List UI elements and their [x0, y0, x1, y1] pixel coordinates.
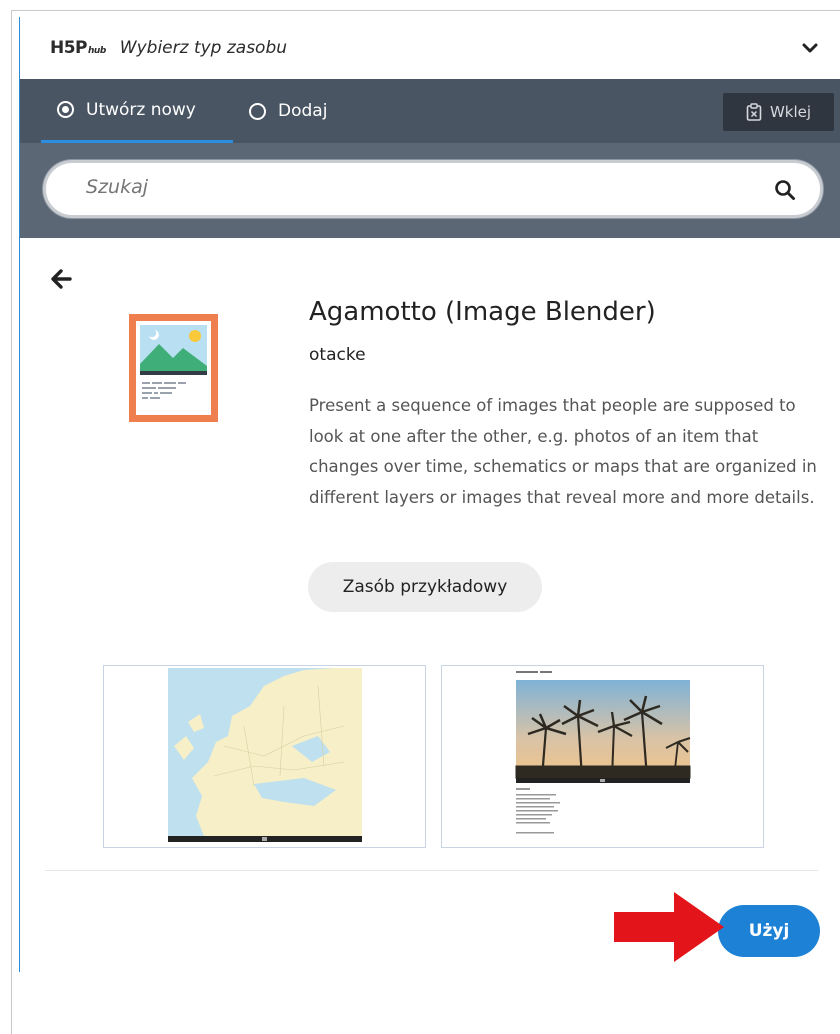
paste-button[interactable]: Wklej	[723, 93, 834, 131]
h5p-hub-panel: H5P hub Wybierz typ zasobu Utwórz nowy Do…	[19, 17, 840, 972]
palms-screenshot-image	[515, 671, 691, 834]
search-box[interactable]	[43, 160, 823, 218]
paste-button-label: Wklej	[769, 103, 812, 121]
screenshot-thumbnail-palms[interactable]	[441, 665, 764, 848]
map-screenshot-image	[168, 668, 362, 842]
radio-unchecked-icon	[249, 102, 266, 120]
hub-header[interactable]: H5P hub Wybierz typ zasobu	[20, 17, 840, 79]
tab-add-label: Dodaj	[278, 101, 328, 121]
red-annotation-arrow-icon	[614, 892, 724, 962]
chevron-down-icon[interactable]	[801, 39, 819, 57]
logo-main: H5P	[50, 38, 88, 58]
tab-add[interactable]: Dodaj	[249, 79, 327, 143]
tab-create-new[interactable]: Utwórz nowy	[41, 79, 233, 143]
content-type-description: Present a sequence of images that people…	[309, 396, 817, 507]
h5p-logo: H5P hub	[50, 38, 106, 58]
content-type-icon	[129, 314, 218, 422]
back-arrow-icon[interactable]	[49, 267, 73, 291]
tab-create-new-label: Utwórz nowy	[86, 99, 196, 120]
search-icon[interactable]	[774, 179, 796, 201]
logo-sub: hub	[88, 46, 106, 56]
divider	[45, 870, 818, 871]
content-type-owner: otacke	[309, 345, 366, 365]
demo-button[interactable]: Zasób przykładowy	[308, 562, 542, 612]
content-type-title: Agamotto (Image Blender)	[309, 297, 656, 327]
search-input[interactable]	[86, 176, 726, 198]
clipboard-icon	[746, 103, 762, 121]
tab-bar: Utwórz nowy Dodaj Wklej	[20, 79, 840, 143]
radio-checked-icon	[57, 101, 74, 118]
search-bar	[20, 143, 840, 238]
screenshot-thumbnail-map[interactable]	[103, 665, 426, 848]
hub-title: Wybierz typ zasobu	[119, 38, 288, 58]
